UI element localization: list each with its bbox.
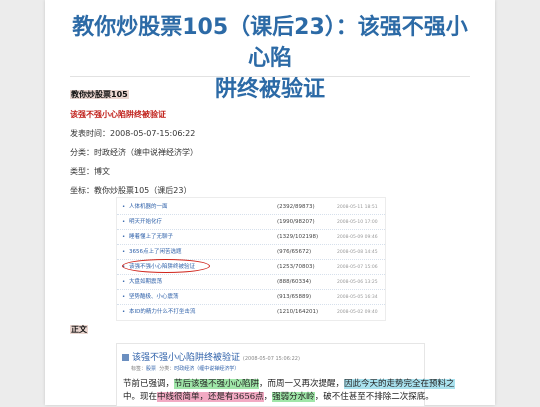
category: 分类：时政经济（缠中说禅经济学） — [70, 148, 198, 157]
published-time: 发表时间：2008-05-07-15:06:22 — [70, 129, 196, 138]
red-highlight-oval — [122, 259, 210, 273]
body-label: 正文 — [70, 325, 88, 334]
series-name: 教你炒股票105 — [70, 90, 129, 99]
preview-text-line-1: 节前已强调，节后该强不强小心陷阱，而周一又再次提醒，因此今天的走势完全在预料之 — [123, 379, 455, 389]
list-item[interactable]: • 睡着懂上了无聊子 (1329/102198) 2008-05-09 09:46 — [117, 231, 385, 245]
list-item[interactable]: • 明天开始化疗 (1990/98207) 2008-05-10 17:00 — [117, 216, 385, 230]
tag-link[interactable]: 股票 — [146, 366, 156, 372]
list-item[interactable]: • 人体机器的一面 (2392/89873) 2008-05-11 18:51 — [117, 201, 385, 215]
preview-heading: 该强不强小心陷阱终被验证 (2008-05-07 15:06:22) — [122, 350, 300, 363]
list-item[interactable]: • 本ID的精力什么不打坐击流 (1210/164201) 2008-05-02 09… — [117, 306, 385, 319]
preview-text-line-2: 中。现在中线很简单，还是有3656点，强弱分水岭，破不住甚至不排除二次探底。 — [123, 392, 434, 402]
article-preview-screenshot: 该强不强小心陷阱终被验证 (2008-05-07 15:06:22) 标签：股票… — [116, 343, 455, 407]
post-type: 类型：博文 — [70, 167, 110, 176]
list-item[interactable]: • 3656点上了闲苦选题 (976/65672) 2008-05-08 14:45 — [117, 246, 385, 260]
list-item[interactable]: • 大盘如期震荡 (888/60334) 2008-05-06 13:25 — [117, 276, 385, 290]
article-subtitle: 该强不强小心陷阱终被验证 — [70, 110, 166, 119]
document-icon — [122, 354, 129, 361]
list-item[interactable]: • 坚势酷极、小心震荡 (913/65889) 2008-05-05 16:34 — [117, 291, 385, 305]
coordinate: 坐标：教你炒股票105（课后23） — [70, 186, 192, 195]
category-link[interactable]: 时政经济（缠中说禅经济学） — [174, 366, 239, 372]
title-divider — [70, 76, 470, 77]
preview-tags: 标签：股票 分类：时政经济（缠中说禅经济学） — [131, 366, 240, 372]
